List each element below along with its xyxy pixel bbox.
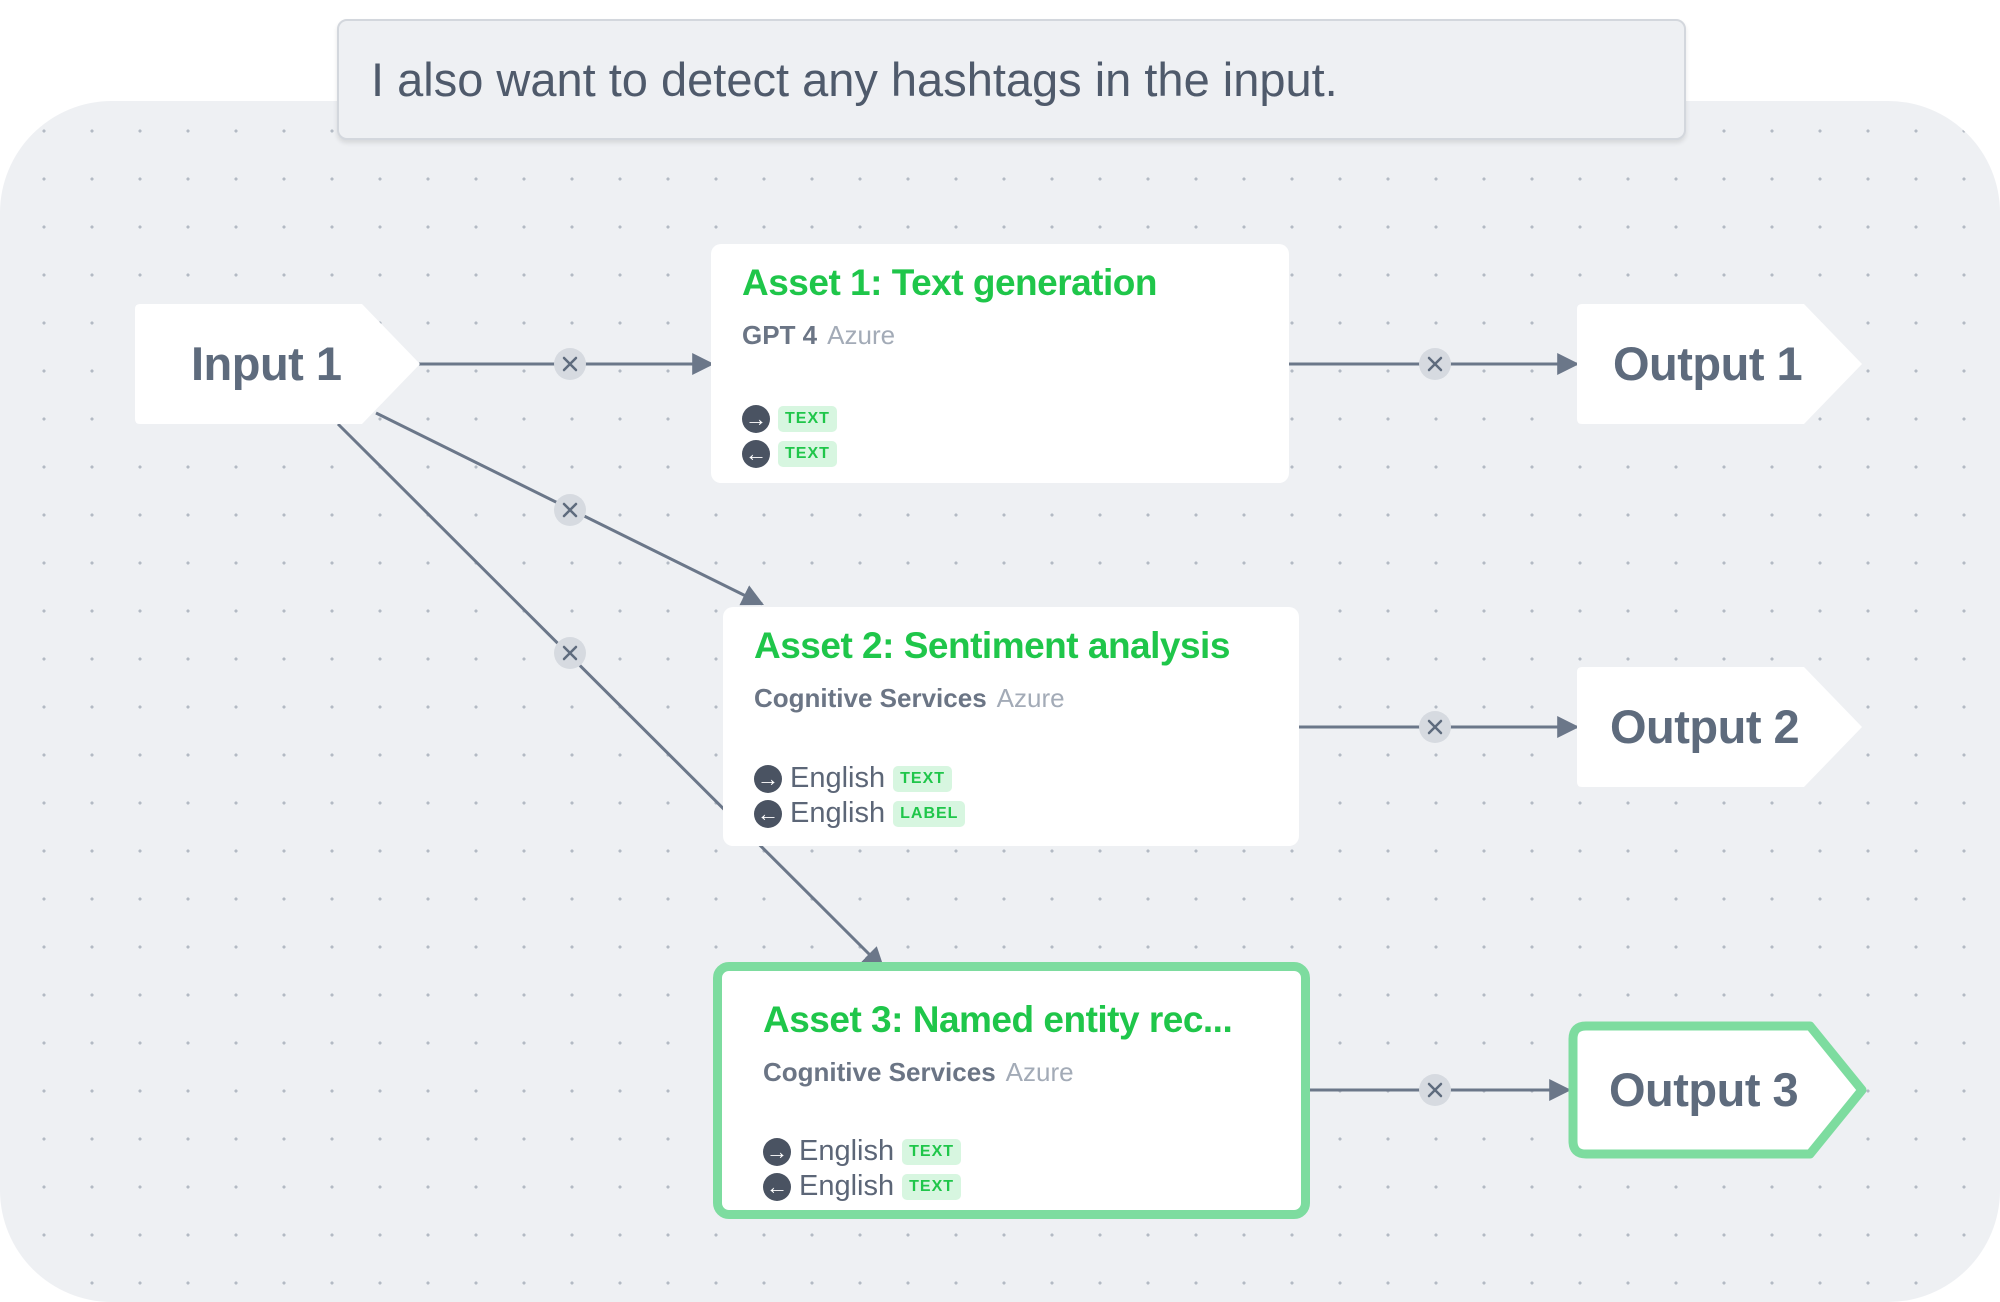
edge-delete-button[interactable] [554,348,586,380]
prompt-input[interactable]: I also want to detect any hashtags in th… [337,19,1686,140]
arrow-left-circle-icon: ← [742,439,770,468]
asset-output-row: ← English TEXT [763,1170,962,1203]
asset-provider: Cognitive Services Azure [754,683,1065,714]
output-1-label: Output 1 [1613,337,1803,390]
arrow-right-circle-icon: → [754,764,782,793]
asset-input-row: → English TEXT [754,762,953,795]
arrow-right-circle-icon: → [763,1137,791,1166]
edge-delete-button[interactable] [1419,348,1451,380]
io-type-badge: TEXT [778,440,837,467]
asset-title: Asset 3: Named entity rec... [763,999,1233,1040]
asset-provider: GPT 4 Azure [742,320,895,351]
io-type-badge: TEXT [902,1173,962,1200]
output-3-label: Output 3 [1609,1063,1799,1116]
output-2-label: Output 2 [1610,700,1800,753]
io-type-badge: TEXT [893,765,953,792]
asset-input-row: → TEXT [742,402,837,435]
cloud-name: Azure [1005,1057,1074,1087]
asset-1-node[interactable]: Asset 1: Text generation GPT 4 Azure → TE… [711,244,1289,483]
provider-name: GPT 4 [742,320,818,350]
asset-2-node[interactable]: Asset 2: Sentiment analysis Cognitive Se… [723,607,1299,846]
asset-output-row: ← TEXT [742,437,837,470]
io-type-badge: TEXT [778,405,837,432]
input-node-label: Input 1 [191,337,342,390]
edge-delete-button[interactable] [554,637,586,669]
asset-provider: Cognitive Services Azure [763,1057,1074,1088]
io-language: English [790,762,886,794]
asset-3-node[interactable]: Asset 3: Named entity rec... Cognitive S… [713,962,1310,1219]
asset-title: Asset 2: Sentiment analysis [754,625,1230,666]
arrow-left-circle-icon: ← [754,799,782,828]
cloud-name: Azure [827,320,896,350]
asset-title: Asset 1: Text generation [742,262,1157,303]
edge-delete-button[interactable] [1419,711,1451,743]
edge-delete-button[interactable] [1419,1074,1451,1106]
asset-output-row: ← English LABEL [754,797,966,830]
io-type-badge: TEXT [902,1138,962,1165]
provider-name: Cognitive Services [763,1057,996,1087]
provider-name: Cognitive Services [754,683,987,713]
arrow-right-circle-icon: → [742,404,770,433]
io-language: English [790,797,886,829]
asset-input-row: → English TEXT [763,1135,962,1168]
io-language: English [799,1170,895,1202]
arrow-left-circle-icon: ← [763,1172,791,1201]
io-type-badge: LABEL [893,800,966,827]
cloud-name: Azure [996,683,1065,713]
edge-delete-button[interactable] [554,494,586,526]
io-language: English [799,1135,895,1167]
